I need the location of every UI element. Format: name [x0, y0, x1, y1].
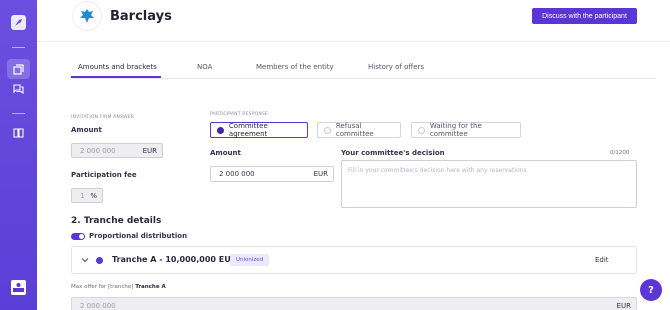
radio-dot [324, 126, 331, 134]
status-badge: Unionized [230, 254, 270, 266]
sidebar-divider [12, 47, 25, 48]
response-amount-value: 2 000 000 [219, 170, 255, 178]
app-logo-icon[interactable] [11, 15, 26, 30]
discuss-button[interactable]: Discuss with the participant [532, 8, 637, 24]
response-amount-field[interactable]: 2 000 000 EUR [210, 166, 334, 182]
response-amount-unit: EUR [313, 170, 328, 178]
invitation-amount-field: 2 000 000 EUR [71, 143, 163, 158]
tranche-card[interactable]: Tranche A - 10,000,000 EUR Unionized Edi… [71, 246, 637, 274]
tranche-color-dot [96, 257, 103, 264]
active-tab-indicator [71, 76, 161, 78]
barclays-eagle-icon [80, 9, 94, 23]
tranche-section-title: 2. Tranche details [71, 216, 162, 226]
invitation-amount-unit: EUR [142, 146, 157, 155]
help-button[interactable]: ? [640, 279, 662, 301]
tranche-name: Tranche A - 10,000,000 EUR [112, 255, 237, 264]
sidebar-item-offers[interactable] [7, 59, 30, 79]
tab-history[interactable]: History of offers [368, 63, 424, 71]
participation-fee-unit: % [90, 191, 97, 200]
edit-tranche-button[interactable]: Edit [595, 256, 609, 264]
response-caption: PARTICIPANT RESPONSE [210, 112, 269, 117]
radio-waiting-committee[interactable]: Waiting for the committee [411, 122, 521, 138]
sidebar-item-chat[interactable] [7, 79, 30, 99]
offers-icon [13, 63, 24, 75]
radio-label: Committee agreement [228, 122, 268, 138]
proportional-distribution-toggle[interactable] [71, 233, 85, 240]
page-title: Barclays [110, 9, 172, 24]
decision-char-counter: 0/1200 [610, 150, 630, 156]
tabs-divider [71, 78, 656, 79]
invitation-caption: INVITATION FIRM ANSWER [71, 115, 135, 120]
max-offer-label: Max offer for [tranche] Tranche A [71, 284, 166, 290]
book-icon [13, 128, 24, 138]
proportional-distribution-label: Proportional distribution [89, 232, 188, 240]
participation-fee-field: 1 % [71, 188, 103, 203]
barclays-logo [73, 2, 101, 30]
radio-committee-agreement[interactable]: Committee agreement [210, 122, 308, 138]
chat-icon [13, 83, 24, 94]
radio-dot [418, 126, 425, 134]
radio-refusal-committee[interactable]: Refusal committee [317, 122, 401, 138]
decision-placeholder: Fill in your committee's decision here w… [348, 167, 527, 174]
decision-textarea[interactable]: Fill in your committee's decision here w… [341, 160, 637, 208]
tab-amounts-and-brackets[interactable]: Amounts and brackets [78, 63, 157, 71]
tab-members[interactable]: Members of the entity [256, 63, 334, 71]
radio-label: Waiting for the committee [429, 122, 482, 138]
max-offer-value: 2 000 000 [80, 302, 116, 310]
sidebar-divider [12, 113, 25, 114]
max-offer-prefix: Max offer for [tranche] [71, 284, 136, 290]
participation-fee-value: 1 [80, 191, 85, 200]
max-offer-field: 2 000 000 EUR [71, 297, 637, 310]
response-amount-label: Amount [210, 149, 241, 157]
sidebar-item-docs[interactable] [7, 123, 30, 143]
header-divider [37, 41, 670, 42]
participation-fee-label: Participation fee [71, 171, 137, 179]
radio-dot [217, 126, 224, 134]
invitation-amount-value: 2 000 000 [80, 146, 116, 155]
user-card-icon[interactable] [11, 280, 26, 295]
invitation-amount-label: Amount [71, 126, 102, 134]
sidebar [0, 0, 37, 310]
max-offer-tranche-name: Tranche A [135, 284, 166, 290]
max-offer-unit: EUR [616, 302, 631, 310]
radio-label: Refusal committee [335, 122, 374, 138]
tab-noa[interactable]: NOA [197, 63, 212, 71]
decision-label: Your committee's decision [341, 149, 445, 157]
chevron-down-icon[interactable] [81, 256, 89, 264]
